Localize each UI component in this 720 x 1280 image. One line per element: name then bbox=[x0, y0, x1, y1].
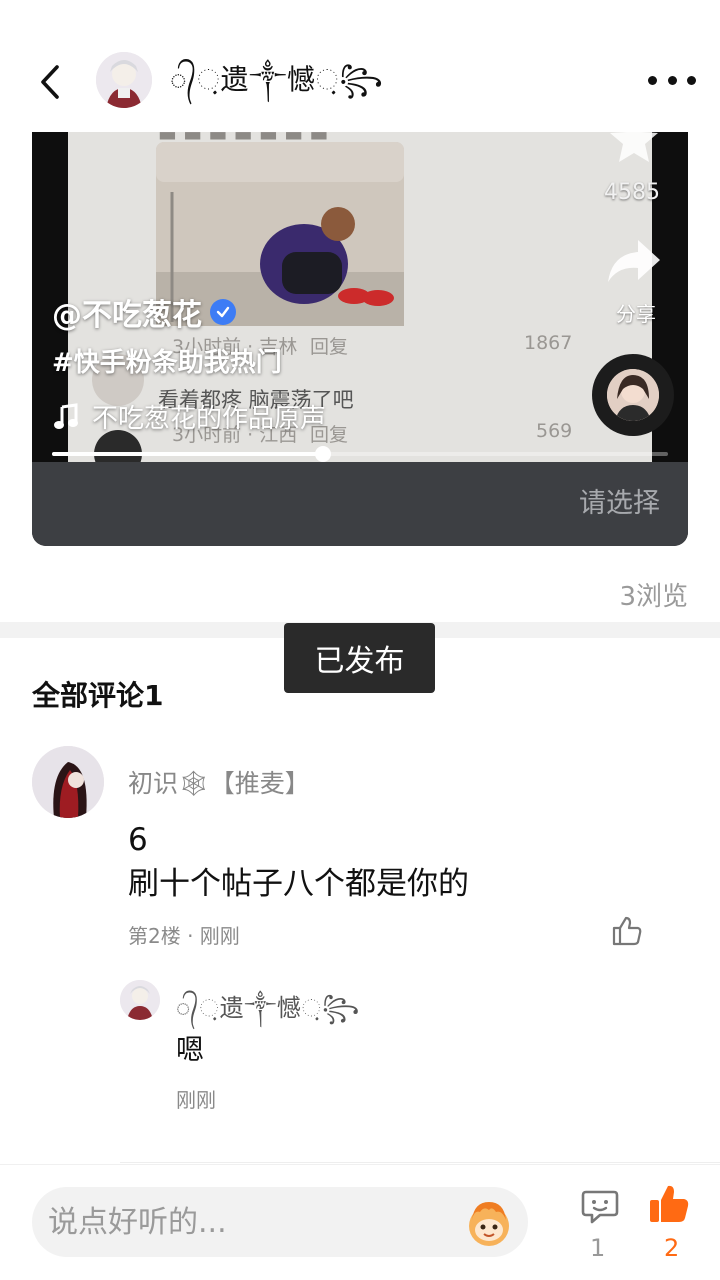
comment-icon[interactable] bbox=[580, 1186, 620, 1226]
music-note-icon bbox=[54, 402, 78, 429]
bg-comment-reply: 回复 bbox=[310, 336, 349, 358]
video-hashtag[interactable]: #快手粉条助我热门 bbox=[52, 342, 282, 379]
bg-comment-likes: 1867 bbox=[524, 332, 573, 354]
comment-like-icon[interactable] bbox=[610, 914, 644, 948]
video-progress-bar[interactable] bbox=[52, 446, 668, 462]
bottom-divider bbox=[120, 1162, 720, 1163]
star-icon[interactable] bbox=[606, 132, 662, 168]
more-dots-icon bbox=[648, 75, 657, 85]
commenter-avatar[interactable] bbox=[32, 746, 104, 818]
published-toast: 已发布 bbox=[284, 623, 435, 693]
video-progress-knob[interactable] bbox=[315, 446, 332, 462]
comment-text-line: 刷十个帖子八个都是你的 bbox=[128, 866, 469, 902]
author-username[interactable]: ◌᭄ᨘ遗༒憾ᨘ꧂ bbox=[170, 60, 384, 100]
comment-text: 6 刷十个帖子八个都是你的 bbox=[128, 818, 469, 906]
like-icon[interactable] bbox=[648, 1182, 690, 1226]
chevron-left-icon bbox=[41, 65, 59, 99]
comment-input[interactable] bbox=[48, 1199, 448, 1245]
view-count: 3浏览 bbox=[619, 582, 688, 612]
video-music-title: 不吃葱花的作品原声 bbox=[92, 404, 327, 434]
video-music[interactable]: 不吃葱花的作品原声 bbox=[52, 398, 326, 435]
back-button[interactable] bbox=[30, 60, 70, 104]
music-disc[interactable] bbox=[592, 354, 674, 436]
share-icon[interactable] bbox=[604, 236, 662, 286]
emoji-icon[interactable] bbox=[462, 1196, 516, 1250]
top-nav-bar: ◌᭄ᨘ遗༒憾ᨘ꧂ bbox=[0, 0, 720, 132]
author-avatar[interactable] bbox=[96, 52, 152, 108]
reply-meta: 刚刚 bbox=[176, 1088, 216, 1112]
comment-input-pill[interactable] bbox=[32, 1187, 528, 1257]
commenter-username[interactable]: 初识🕸【推麦】 bbox=[128, 764, 310, 800]
collect-count: 4585 bbox=[604, 180, 660, 205]
share-label[interactable]: 分享 bbox=[616, 298, 656, 327]
select-button[interactable]: 请选择 bbox=[579, 486, 660, 522]
comment-count: 1 bbox=[590, 1234, 606, 1262]
music-cover-image bbox=[607, 369, 659, 421]
verified-badge-icon bbox=[210, 299, 236, 325]
video-card[interactable]: ▬ ▬ ▬ ▬ ▬ ▬ ▬ 3小时前 · 吉林 回复 1867 看着都疼 脑震荡… bbox=[32, 132, 688, 546]
video-author-name[interactable]: @不吃葱花 bbox=[52, 290, 202, 334]
video-player[interactable]: ▬ ▬ ▬ ▬ ▬ ▬ ▬ 3小时前 · 吉林 回复 1867 看着都疼 脑震荡… bbox=[32, 132, 688, 462]
more-options-button[interactable] bbox=[648, 66, 696, 94]
comments-title: 全部评论1 bbox=[32, 679, 164, 712]
bg-comment-likes: 569 bbox=[536, 420, 573, 442]
reply-avatar[interactable] bbox=[120, 980, 160, 1020]
video-author[interactable]: @不吃葱花 bbox=[52, 290, 236, 334]
video-progress-fill bbox=[52, 452, 324, 456]
reply-text: 嗯 bbox=[176, 1033, 205, 1066]
comment-meta: 第2楼 · 刚刚 bbox=[128, 924, 240, 948]
comment-text-line: 6 bbox=[128, 822, 148, 858]
like-count: 2 bbox=[664, 1234, 680, 1262]
